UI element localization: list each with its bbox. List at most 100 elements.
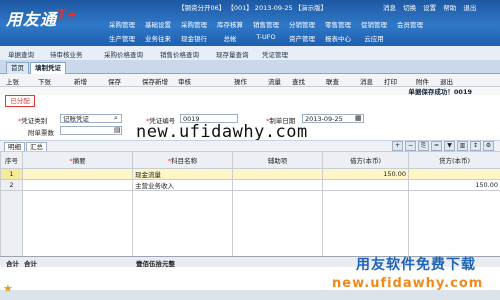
next-button[interactable]: 下张 [38, 76, 51, 86]
operate-button[interactable]: 操作 [234, 76, 247, 86]
tab-voucher-entry[interactable]: 填制凭证 [30, 62, 66, 74]
linked-query-button[interactable]: 联查 [326, 76, 339, 86]
summary-cell[interactable] [22, 179, 133, 191]
blank-cell[interactable] [132, 190, 233, 264]
account-cell[interactable]: 现金流量 [132, 168, 233, 180]
messages-link[interactable]: 消息 [383, 4, 396, 12]
blank-cell[interactable] [408, 190, 500, 264]
nav-item[interactable]: 生产管理 [104, 33, 140, 43]
quick-link[interactable]: 凭证管理 [262, 49, 288, 59]
nav-item[interactable]: 总帐 [212, 33, 248, 43]
blank-cell[interactable] [22, 190, 133, 264]
row-number: 2 [0, 179, 23, 191]
nav-item[interactable]: 基础设置 [140, 19, 176, 29]
insert-row-icon[interactable]: + [392, 141, 403, 151]
voucher-type-field[interactable]: 记账凭证 [60, 114, 122, 123]
nav-item[interactable]: 采购管理 [104, 19, 140, 29]
column-header: 辅助项 [232, 151, 323, 169]
delete-row-icon[interactable]: − [405, 141, 416, 151]
total-text: 合计 [24, 260, 37, 268]
flow-button[interactable]: 流量 [268, 76, 281, 86]
nav-item[interactable]: 采购管理 [176, 19, 212, 29]
save-button[interactable]: 保存 [108, 76, 121, 86]
logo-text: 用友通 [6, 10, 58, 29]
credit-cell[interactable] [408, 168, 500, 180]
search-icon[interactable]: ⌕ [114, 114, 118, 123]
quick-link[interactable]: 待审核业务 [50, 49, 83, 59]
attachment-icon[interactable]: ▤ [114, 126, 121, 134]
tab-home[interactable]: 首页 [6, 62, 29, 74]
settings-icon[interactable]: ⚙ [483, 141, 494, 151]
allocated-stamp: 已分配 [5, 95, 35, 107]
help-link[interactable]: 帮助 [443, 4, 456, 12]
table-row[interactable]: 1 现金流量 150.00 [0, 168, 500, 180]
amount-in-words: 壹佰伍拾元整 [136, 260, 175, 268]
save-new-button[interactable]: 保存新增 [142, 76, 168, 86]
credit-cell[interactable]: 150.00 [408, 179, 500, 191]
blank-cell[interactable] [232, 190, 323, 264]
logo-mark: T+ [57, 7, 78, 22]
exit-button[interactable]: 退出 [440, 76, 453, 86]
debit-cell[interactable] [322, 179, 409, 191]
column-header: *摘要 [22, 151, 133, 169]
switch-link[interactable]: 切换 [403, 4, 416, 12]
tab-strip: 首页 填制凭证 [0, 60, 500, 74]
table-row[interactable]: 2 主营业务收入 150.00 [0, 179, 500, 191]
attachments-field[interactable] [60, 126, 122, 135]
brand-url: new.ufidawhy.com [332, 276, 484, 291]
nav-item[interactable]: 零售管理 [320, 19, 356, 29]
column-header: 序号 [0, 151, 23, 169]
sort-icon[interactable]: ↕ [470, 141, 481, 151]
columns-icon[interactable]: ▥ [457, 141, 468, 151]
nav-item[interactable]: 销售管理 [248, 19, 284, 29]
app-logo: 用友通T+ [6, 6, 78, 30]
nav-item[interactable]: 分销管理 [284, 19, 320, 29]
nav-item[interactable]: 报表中心 [320, 33, 356, 43]
nav-item[interactable]: 云应用 [356, 33, 392, 43]
aux-cell[interactable] [232, 179, 323, 191]
brand-slogan: 用友软件免费下载 [356, 257, 476, 273]
watermark-text: new.ufidawhy.com [136, 122, 308, 142]
debit-cell[interactable]: 150.00 [322, 168, 409, 180]
nav-item[interactable]: 促销管理 [356, 19, 392, 29]
quick-link[interactable]: 采购价格查询 [104, 49, 143, 59]
nav-item[interactable]: 会员管理 [392, 19, 428, 29]
top-links: 消息 切换 设置 帮助 退出 [378, 2, 476, 12]
audit-button[interactable]: 审核 [178, 76, 191, 86]
aux-cell[interactable] [232, 168, 323, 180]
summary-cell[interactable] [22, 168, 133, 180]
print-button[interactable]: 打印 [384, 76, 397, 86]
voucher-type-label: *凭证类别 [18, 117, 48, 125]
logout-link[interactable]: 退出 [463, 4, 476, 12]
nav-item[interactable]: 库存核算 [212, 19, 248, 29]
filter-icon[interactable]: ▼ [444, 141, 455, 151]
module-nav-row-2: 生产管理 业务往来 现金银行 总帐 T-UFO 资产管理 报表中心 云应用 [104, 33, 500, 43]
copy-row-icon[interactable]: ⎘ [418, 141, 429, 151]
find-button[interactable]: 查找 [292, 76, 305, 86]
star-icon[interactable]: ★ [3, 282, 13, 295]
nav-item[interactable]: 资产管理 [284, 33, 320, 43]
attachment-button[interactable]: 附件 [416, 76, 429, 86]
bottom-bar [0, 290, 500, 300]
blank-cell[interactable] [322, 190, 409, 264]
column-header: 贷方(本币) [408, 151, 500, 169]
grid-tool-icons: + − ⎘ = ▼ ▥ ↕ ⚙ [390, 141, 494, 151]
quick-link[interactable]: 销售价格查询 [160, 49, 199, 59]
row-number-blank [0, 190, 23, 264]
status-line: 【钢资分开06】 【001】 2013-09-25 【演示版】 [178, 4, 328, 12]
message-button[interactable]: 消息 [360, 76, 373, 86]
nav-item[interactable]: 业务往来 [140, 33, 176, 43]
voucher-grid: 序号 *摘要 *科目名称 辅助项 借方(本币) 贷方(本币) 1 现金流量 15… [0, 151, 500, 264]
total-label: 合计 [6, 260, 19, 268]
quick-link[interactable]: 现存量查询 [216, 49, 249, 59]
settings-link[interactable]: 设置 [423, 4, 436, 12]
new-button[interactable]: 新增 [74, 76, 87, 86]
calendar-icon[interactable]: ▦ [355, 114, 362, 122]
grid-header-row: 序号 *摘要 *科目名称 辅助项 借方(本币) 贷方(本币) [0, 151, 500, 169]
nav-item[interactable]: T-UFO [248, 33, 284, 43]
nav-item[interactable]: 现金银行 [176, 33, 212, 43]
quick-link[interactable]: 单据查询 [8, 49, 34, 59]
account-cell[interactable]: 主营业务收入 [132, 179, 233, 191]
balance-icon[interactable]: = [431, 141, 442, 151]
prev-button[interactable]: 上张 [6, 76, 19, 86]
